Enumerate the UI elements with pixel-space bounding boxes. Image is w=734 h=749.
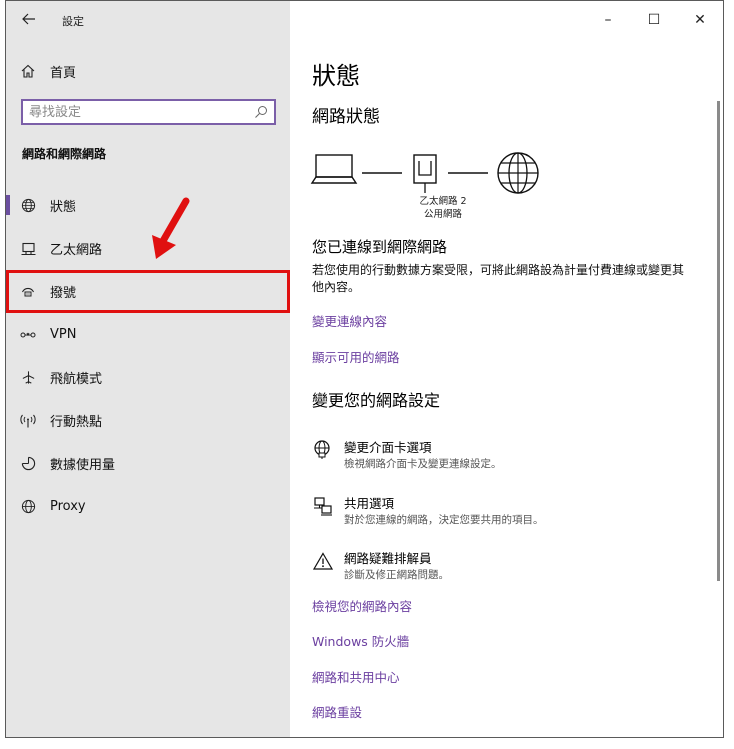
globe-icon bbox=[20, 499, 36, 515]
search-box[interactable] bbox=[21, 99, 276, 125]
ethernet-icon bbox=[20, 241, 36, 257]
setting-desc: 對於您連線的網路，決定您要共用的項目。 bbox=[344, 514, 544, 526]
network-name: 乙太網路 2 bbox=[419, 196, 467, 207]
windows-firewall-link[interactable]: Windows 防火牆 bbox=[312, 631, 409, 650]
change-adapter-options[interactable]: 變更介面卡選項 檢視網路介面卡及變更連線設定。 bbox=[312, 437, 712, 477]
red-arrow-annotation bbox=[152, 197, 190, 259]
network-sharing-center-link[interactable]: 網路和共用中心 bbox=[312, 667, 400, 686]
title-bar: 設定 bbox=[6, 1, 290, 39]
ethernet-adapter-icon bbox=[413, 154, 437, 193]
back-arrow-icon bbox=[22, 13, 35, 25]
connection-status-title: 您已連線到網際網路 bbox=[312, 238, 448, 256]
minimize-button[interactable]: – bbox=[585, 1, 631, 39]
setting-desc: 診斷及修正網路問題。 bbox=[344, 569, 449, 581]
nav-label: 狀態 bbox=[50, 200, 77, 215]
home-nav-item[interactable]: 首頁 bbox=[20, 61, 76, 81]
window-controls: – ☐ ✕ bbox=[585, 1, 723, 39]
close-button[interactable]: ✕ bbox=[677, 1, 723, 39]
computer-icon bbox=[310, 154, 358, 184]
network-troubleshooter[interactable]: 網路疑難排解員 診斷及修正網路問題。 bbox=[312, 548, 712, 588]
nav-item-vpn[interactable]: VPN bbox=[6, 313, 290, 356]
nav-item-hotspot[interactable]: 行動熱點 bbox=[6, 399, 290, 442]
network-status-heading: 網路狀態 bbox=[312, 107, 380, 127]
sharing-icon bbox=[312, 495, 334, 517]
nav-label: 數據使用量 bbox=[50, 458, 116, 473]
change-connection-properties-link[interactable]: 變更連線內容 bbox=[312, 311, 387, 330]
warning-icon bbox=[312, 550, 334, 572]
nav-label: 飛航模式 bbox=[50, 372, 103, 387]
settings-window: 設定 首頁 網路和網際網路 狀態 乙太網路 bbox=[5, 0, 724, 738]
network-label: 乙太網路 2 公用網路 bbox=[408, 195, 478, 221]
airplane-icon bbox=[20, 370, 36, 386]
nav-label: 撥號 bbox=[50, 286, 77, 301]
nav-label: Proxy bbox=[50, 499, 86, 514]
nav-label: 乙太網路 bbox=[50, 243, 103, 258]
nav-item-proxy[interactable]: Proxy bbox=[6, 485, 290, 528]
setting-desc: 檢視網路介面卡及變更連線設定。 bbox=[344, 458, 502, 470]
home-label: 首頁 bbox=[50, 65, 77, 81]
back-button[interactable] bbox=[18, 10, 40, 30]
maximize-button[interactable]: ☐ bbox=[631, 1, 677, 39]
home-icon bbox=[20, 63, 36, 79]
page-title: 狀態 bbox=[312, 62, 360, 90]
sharing-options[interactable]: 共用選項 對於您連線的網路，決定您要共用的項目。 bbox=[312, 493, 712, 533]
nav-item-data-usage[interactable]: 數據使用量 bbox=[6, 442, 290, 485]
change-settings-heading: 變更您的網路設定 bbox=[312, 391, 441, 410]
search-icon[interactable] bbox=[254, 105, 268, 119]
scrollbar[interactable] bbox=[717, 101, 720, 581]
dialup-icon bbox=[20, 284, 36, 300]
sidebar: 設定 首頁 網路和網際網路 狀態 乙太網路 bbox=[6, 1, 290, 737]
nav-label: VPN bbox=[50, 327, 77, 342]
setting-title: 共用選項 bbox=[344, 496, 395, 511]
network-reset-link[interactable]: 網路重設 bbox=[312, 702, 362, 721]
section-title: 網路和網際網路 bbox=[22, 147, 107, 161]
network-type: 公用網路 bbox=[423, 209, 462, 220]
adapter-icon bbox=[312, 439, 334, 461]
setting-title: 網路疑難排解員 bbox=[344, 551, 432, 566]
nav-item-airplane[interactable]: 飛航模式 bbox=[6, 356, 290, 399]
hotspot-icon bbox=[20, 413, 36, 429]
search-input[interactable] bbox=[23, 101, 243, 124]
show-available-networks-link[interactable]: 顯示可用的網路 bbox=[312, 347, 400, 366]
nav-label: 行動熱點 bbox=[50, 415, 103, 430]
app-title: 設定 bbox=[62, 15, 84, 28]
data-usage-icon bbox=[20, 456, 36, 472]
setting-title: 變更介面卡選項 bbox=[344, 440, 432, 455]
connection-status-desc: 若您使用的行動數據方案受限，可將此網路設為計量付費連線或變更其他內容。 bbox=[312, 263, 685, 294]
globe-icon bbox=[20, 198, 36, 214]
vpn-icon bbox=[20, 327, 36, 343]
main-content: – ☐ ✕ 狀態 網路狀態 乙太網路 2 公用網路 您已連線到網際網路 若您使用… bbox=[290, 1, 723, 737]
internet-globe-icon bbox=[497, 152, 539, 194]
view-network-properties-link[interactable]: 檢視您的網路內容 bbox=[312, 596, 412, 615]
nav-item-dialup[interactable]: 撥號 bbox=[6, 270, 290, 313]
